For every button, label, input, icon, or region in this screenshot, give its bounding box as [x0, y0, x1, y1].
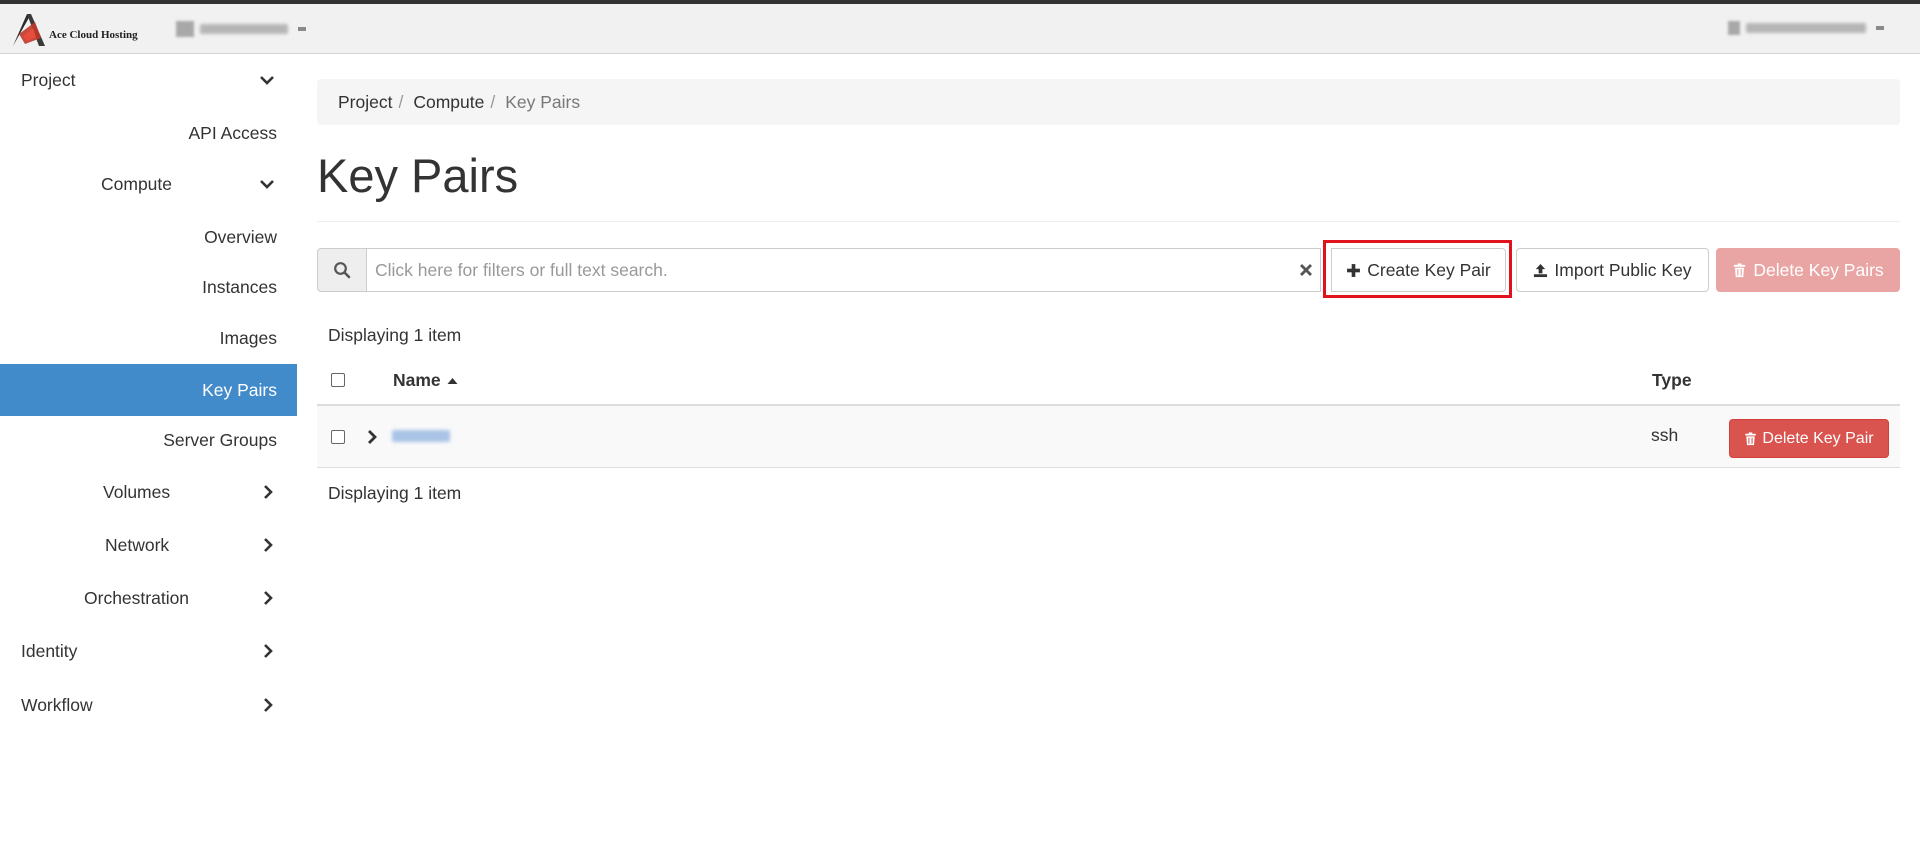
column-header-name-label: Name: [393, 370, 441, 390]
chevron-right-icon: [264, 485, 273, 499]
username-redacted: [1746, 23, 1866, 33]
item-count-top: Displaying 1 item: [328, 325, 462, 345]
column-header-name[interactable]: Name: [393, 370, 458, 391]
caret-down-icon: [1876, 26, 1884, 30]
item-count-bottom: Displaying 1 item: [328, 483, 462, 503]
sidebar-item-server-groups[interactable]: Server Groups: [0, 414, 297, 466]
chevron-right-icon: [264, 591, 273, 605]
key-pair-name-link-redacted[interactable]: [392, 430, 450, 442]
sidebar-item-overview[interactable]: Overview: [0, 211, 297, 263]
delete-key-pairs-button[interactable]: Delete Key Pairs: [1716, 248, 1900, 292]
trash-icon: [1734, 262, 1746, 277]
sidebar-item-label: Orchestration: [84, 587, 190, 608]
sidebar-item-label: API Access: [188, 122, 277, 143]
brand-logo[interactable]: Ace Cloud Hosting: [11, 12, 138, 48]
breadcrumb-item-compute[interactable]: Compute: [413, 92, 484, 113]
sidebar-item-label: Network: [105, 534, 170, 555]
sidebar-item-network[interactable]: Network: [0, 519, 297, 571]
sidebar-item-volumes[interactable]: Volumes: [0, 466, 297, 518]
table-header: Name Type: [317, 354, 1900, 406]
breadcrumb: Project / Compute / Key Pairs: [317, 79, 1900, 125]
sort-ascending-icon: [447, 377, 458, 384]
sidebar-item-label: Overview: [204, 226, 277, 247]
chevron-down-icon: [260, 180, 274, 189]
select-all-checkbox[interactable]: [331, 373, 345, 387]
brand-name: Ace Cloud Hosting: [49, 29, 138, 41]
expand-row-chevron-icon[interactable]: [365, 429, 379, 445]
sidebar-item-images[interactable]: Images: [0, 312, 297, 364]
delete-key-pairs-label: Delete Key Pairs: [1753, 259, 1884, 280]
trash-icon: [1745, 431, 1757, 445]
chevron-down-icon: [260, 76, 274, 85]
sidebar-item-label: Workflow: [21, 694, 93, 715]
delete-key-pair-button[interactable]: Delete Key Pair: [1729, 419, 1889, 458]
create-key-pair-button[interactable]: Create Key Pair: [1331, 248, 1506, 292]
sidebar-item-label: Project: [21, 69, 76, 90]
top-navbar: Ace Cloud Hosting: [0, 0, 1920, 54]
plus-icon: [1347, 263, 1361, 277]
sidebar-item-orchestration[interactable]: Orchestration: [0, 572, 297, 624]
user-icon: [1728, 21, 1740, 35]
sidebar-item-api-access[interactable]: API Access: [0, 107, 297, 159]
sidebar-item-label: Key Pairs: [202, 379, 277, 400]
sidebar-item-label: Identity: [21, 640, 78, 661]
sidebar-item-label: Instances: [202, 276, 277, 297]
search-addon: [317, 248, 367, 292]
sidebar-item-project[interactable]: Project: [0, 54, 297, 106]
project-name-redacted: [200, 24, 288, 34]
ace-logo-icon: [13, 14, 45, 46]
caret-down-icon: [298, 27, 306, 31]
folder-icon: [176, 21, 194, 37]
breadcrumb-item-project[interactable]: Project: [338, 92, 392, 113]
upload-icon: [1534, 263, 1548, 277]
create-key-pair-label: Create Key Pair: [1367, 259, 1491, 280]
user-menu[interactable]: [1728, 21, 1884, 35]
chevron-right-icon: [264, 644, 273, 658]
column-header-type[interactable]: Type: [1652, 370, 1692, 391]
search-input[interactable]: [366, 248, 1321, 292]
page-title: Key Pairs: [317, 149, 519, 202]
sidebar-item-label: Server Groups: [163, 429, 277, 450]
row-checkbox[interactable]: [331, 430, 345, 444]
sidebar-item-instances[interactable]: Instances: [0, 261, 297, 313]
breadcrumb-item-key-pairs: Key Pairs: [505, 91, 581, 112]
title-divider: [317, 221, 1900, 222]
sidebar-item-compute[interactable]: Compute: [0, 158, 297, 210]
table-row: ssh Delete Key Pair: [317, 406, 1900, 468]
sidebar-item-label: Images: [219, 327, 277, 348]
import-public-key-button[interactable]: Import Public Key: [1516, 248, 1709, 292]
delete-key-pair-label: Delete Key Pair: [1762, 429, 1874, 447]
row-type: ssh: [1651, 425, 1679, 445]
sidebar-item-workflow[interactable]: Workflow: [0, 679, 297, 731]
project-selector[interactable]: [176, 21, 306, 37]
sidebar-item-label: Compute: [101, 173, 173, 194]
sidebar-item-identity[interactable]: Identity: [0, 625, 297, 677]
chevron-right-icon: [264, 538, 273, 552]
sidebar-item-key-pairs[interactable]: Key Pairs: [0, 364, 297, 416]
import-public-key-label: Import Public Key: [1554, 259, 1692, 280]
table-toolbar: Create Key Pair Import Public Key Delete…: [317, 240, 1900, 298]
breadcrumb-separator: /: [490, 91, 496, 112]
search-icon: [334, 262, 351, 279]
breadcrumb-separator: /: [398, 91, 404, 112]
clear-search-icon[interactable]: [1298, 262, 1314, 278]
chevron-right-icon: [264, 698, 273, 712]
sidebar-item-label: Volumes: [103, 481, 171, 502]
